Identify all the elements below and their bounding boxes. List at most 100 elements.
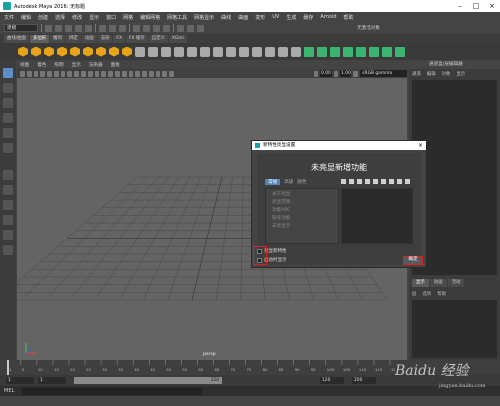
lights-icon[interactable] xyxy=(114,70,120,77)
dialog-tab[interactable]: 常规 xyxy=(265,179,281,185)
shelf-tab[interactable]: 多边形 xyxy=(30,35,50,43)
poly-cylinder-icon[interactable] xyxy=(44,46,54,57)
open-scene-icon[interactable] xyxy=(55,24,62,32)
shelf-tab[interactable]: 自定义 xyxy=(148,35,168,43)
command-language-label[interactable]: MEL xyxy=(4,388,14,394)
isolate-select-icon[interactable] xyxy=(148,70,154,77)
textured-icon[interactable] xyxy=(108,70,113,77)
wireframe-icon[interactable] xyxy=(87,70,93,77)
new-scene-icon[interactable] xyxy=(45,24,52,32)
max-time-field[interactable]: 200 xyxy=(352,377,376,384)
two-pane-icon[interactable] xyxy=(3,200,13,210)
rotate-tool-icon[interactable] xyxy=(3,128,13,138)
menu-item[interactable]: 变形 xyxy=(255,14,265,21)
panel-menu-item[interactable]: 视图 xyxy=(20,62,29,68)
menu-item[interactable]: 显示 xyxy=(89,14,99,21)
swatch-icon[interactable] xyxy=(381,179,386,184)
shelf-tab[interactable]: 曲线/曲面 xyxy=(4,35,30,43)
end-time-field[interactable]: 120 xyxy=(320,377,344,384)
append-icon[interactable] xyxy=(239,46,249,57)
wireframe-on-shaded-icon[interactable] xyxy=(101,70,107,77)
poly-cone-icon[interactable] xyxy=(57,46,67,57)
minimize-icon[interactable]: – xyxy=(452,0,468,12)
menu-item[interactable]: 编辑 xyxy=(21,14,31,21)
boolean-icon[interactable] xyxy=(174,46,184,57)
uv-cut-icon[interactable] xyxy=(369,46,379,57)
channel-menu-item[interactable]: 通道 xyxy=(412,71,421,77)
feature-list-item[interactable]: 未亮显示 xyxy=(272,223,332,231)
layer-tab[interactable]: 活动 xyxy=(447,279,465,287)
shelf-tab[interactable]: 动画 xyxy=(81,35,97,43)
menu-item[interactable]: 窗口 xyxy=(106,14,116,21)
current-time-marker[interactable] xyxy=(7,360,9,375)
dialog-tab[interactable]: 颜色 xyxy=(297,179,306,185)
paint-select-icon[interactable] xyxy=(3,98,13,108)
uv-unfold-icon[interactable] xyxy=(395,46,405,57)
swatch-icon[interactable] xyxy=(397,179,402,184)
single-pane-icon[interactable] xyxy=(3,170,13,180)
range-slider[interactable]: 120 xyxy=(74,377,222,384)
panel-menu-item[interactable]: 渲染器 xyxy=(89,62,103,68)
four-pane-icon[interactable] xyxy=(3,185,13,195)
smooth-icon[interactable] xyxy=(161,46,171,57)
poly-disc-icon[interactable] xyxy=(96,46,106,57)
uv-spherical-icon[interactable] xyxy=(330,46,340,57)
menu-set-dropdown[interactable]: 建模 xyxy=(4,24,38,32)
swatch-icon[interactable] xyxy=(373,179,378,184)
undo-icon[interactable] xyxy=(75,24,82,32)
panel-menu-item[interactable]: 面板 xyxy=(111,62,120,68)
layer-menu-item[interactable]: 帮助 xyxy=(437,291,446,297)
panel-menu-item[interactable]: 着色 xyxy=(37,62,46,68)
channel-menu-item[interactable]: 编辑 xyxy=(427,71,436,77)
menu-item[interactable]: 编辑网格 xyxy=(140,14,160,21)
start-time-field[interactable]: 1 xyxy=(6,377,34,384)
panel-menu-item[interactable]: 显示 xyxy=(72,62,81,68)
motion-blur-icon[interactable] xyxy=(135,70,141,77)
color-space-dropdown[interactable]: sRGB gamma xyxy=(360,70,407,77)
move-tool-icon[interactable] xyxy=(3,113,13,123)
layer-tab[interactable]: 显示 xyxy=(412,279,429,287)
menu-item[interactable]: 生成 xyxy=(286,14,296,21)
uv-cylindrical-icon[interactable] xyxy=(317,46,327,57)
xray-joints-icon[interactable] xyxy=(162,70,168,77)
combine-icon[interactable] xyxy=(135,46,145,57)
snap-point-icon[interactable] xyxy=(153,24,160,32)
render-icon[interactable] xyxy=(177,24,184,32)
shelf-tab[interactable]: FX 缓存 xyxy=(125,35,148,43)
channel-menu-item[interactable]: 显示 xyxy=(456,71,465,77)
swatch-icon[interactable] xyxy=(405,179,410,184)
feature-list-item[interactable]: 亮显范围 xyxy=(272,199,332,207)
camera-attributes-icon[interactable] xyxy=(26,70,32,77)
dialog-close-icon[interactable]: × xyxy=(418,141,423,150)
bridge-icon[interactable] xyxy=(213,46,223,57)
shelf-tab[interactable]: XGen xyxy=(168,35,187,43)
menu-item[interactable]: 文件 xyxy=(4,14,14,21)
menu-item[interactable]: 网格 xyxy=(123,14,133,21)
separate-icon[interactable] xyxy=(148,46,158,57)
menu-item[interactable]: 曲线 xyxy=(221,14,231,21)
exposure-field[interactable]: 0.00 xyxy=(320,70,332,77)
shelf-tab[interactable]: 绑定 xyxy=(66,35,81,43)
swatch-icon[interactable] xyxy=(341,179,346,184)
outliner-pane-icon[interactable] xyxy=(3,215,13,225)
antialias-icon[interactable] xyxy=(142,70,147,77)
ok-button[interactable]: 确定 xyxy=(403,256,423,265)
grid-toggle-icon[interactable] xyxy=(47,70,52,77)
channel-menu-item[interactable]: 对象 xyxy=(442,71,451,77)
backface-icon[interactable] xyxy=(169,70,174,77)
feature-list-item[interactable]: 功能ARC xyxy=(272,207,332,215)
bookmark-icon[interactable] xyxy=(33,70,39,77)
swatch-icon[interactable] xyxy=(389,179,394,184)
xray-icon[interactable] xyxy=(155,70,161,77)
uv-planar-icon[interactable] xyxy=(304,46,314,57)
swatch-icon[interactable] xyxy=(357,179,362,184)
camera-select-icon[interactable] xyxy=(20,70,25,77)
uv-auto-icon[interactable] xyxy=(343,46,353,57)
menu-item[interactable]: 帮助 xyxy=(344,14,354,21)
uv-editor-icon[interactable] xyxy=(356,46,366,57)
field-chart-icon[interactable] xyxy=(74,70,80,77)
layer-tab[interactable]: 动画 xyxy=(429,279,447,287)
menu-item[interactable]: 修改 xyxy=(72,14,82,21)
film-gate-icon[interactable] xyxy=(53,70,59,77)
extrude-icon[interactable] xyxy=(200,46,210,57)
